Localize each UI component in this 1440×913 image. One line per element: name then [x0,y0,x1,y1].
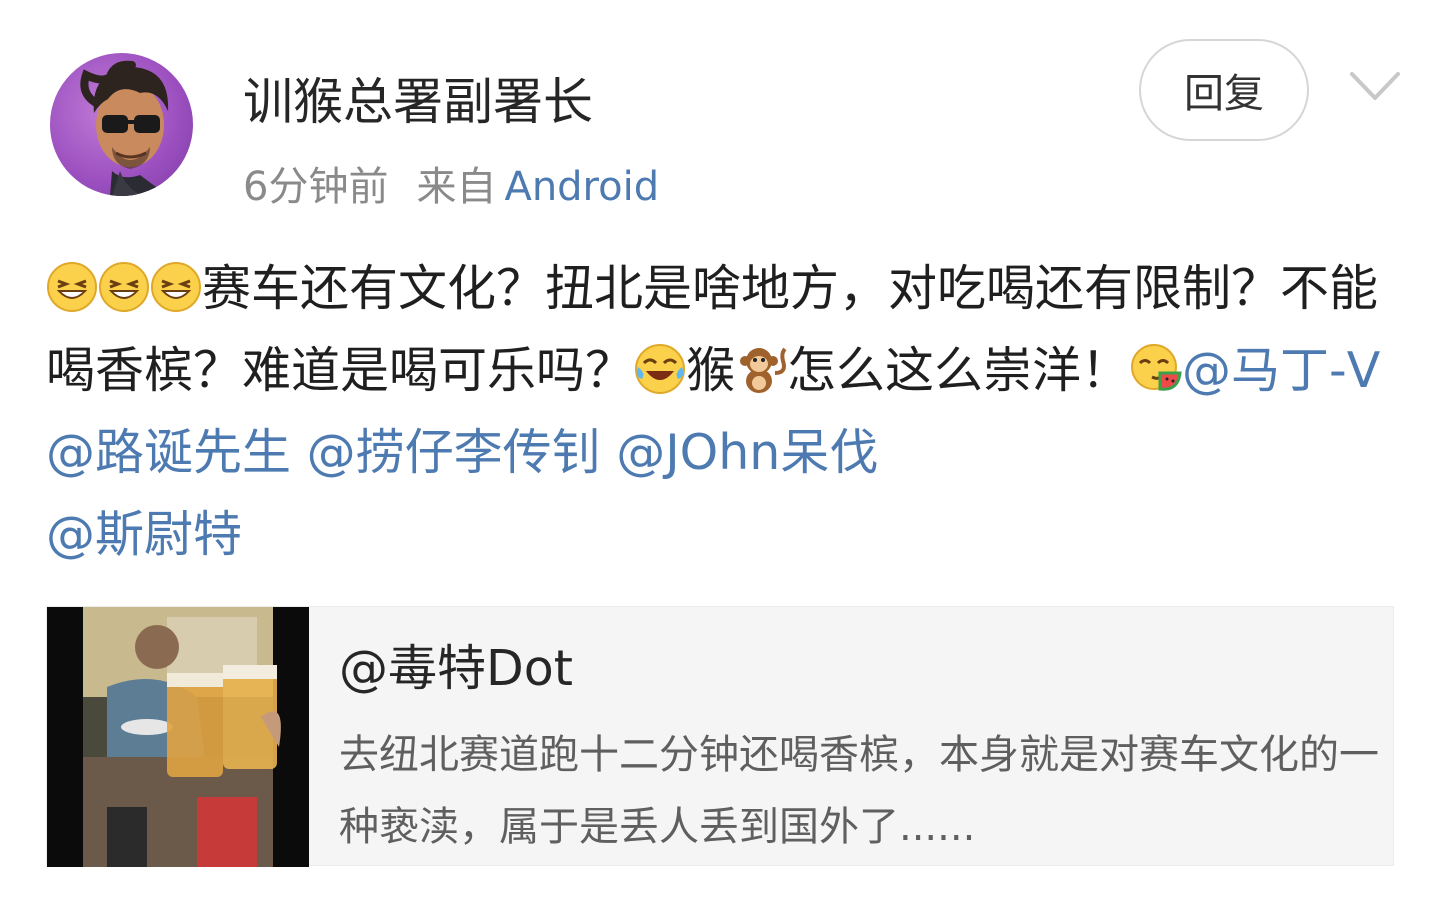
laugh-cry-emoji [634,343,686,395]
post-text-part-3: 怎么这么崇洋！ [787,342,1131,399]
mention-link[interactable]: @马丁-V [1182,342,1380,399]
chevron-down-icon[interactable] [1348,68,1402,104]
avatar[interactable] [50,53,193,196]
monkey-emoji [735,343,787,395]
mention-link[interactable]: @捞仔李传钊 [307,424,601,481]
mention-link[interactable]: @路诞先生 [46,424,291,481]
mention-link[interactable]: @JOhn呆伐 [616,424,878,481]
quoted-author[interactable]: @毒特Dot [339,629,573,700]
quoted-text: 去纽北赛道跑十二分钟还喝香槟，本身就是对赛车文化的一种亵渎，属于是丢人丢到国外了… [339,732,1379,850]
source-device[interactable]: Android [504,164,659,210]
video-thumbnail[interactable] [47,607,309,867]
grin-emoji [150,261,202,313]
source-label: 来自 [416,164,497,210]
reply-button[interactable]: 回复 [1139,39,1309,141]
post-meta: 6分钟前 来自 Android [243,154,659,212]
grin-emoji [46,261,98,313]
grin-emoji [98,261,150,313]
post-text-part-2: 猴 [686,342,736,399]
avatar-illustration [80,60,169,196]
yum-watermelon-emoji [1130,343,1182,395]
quoted-post-card[interactable]: @毒特Dot 去纽北赛道跑十二分钟还喝香槟，本身就是对赛车文化的一种亵渎，属于是… [46,606,1394,867]
post-text: 赛车还有文化？扭北是啥地方，对吃喝还有限制？不能喝香槟？难道是喝可乐吗？猴怎么这… [46,248,1406,576]
mention-link[interactable]: @斯尉特 [46,506,242,563]
post-time: 6分钟前 [243,164,389,210]
username[interactable]: 训猴总署副署长 [243,62,593,134]
